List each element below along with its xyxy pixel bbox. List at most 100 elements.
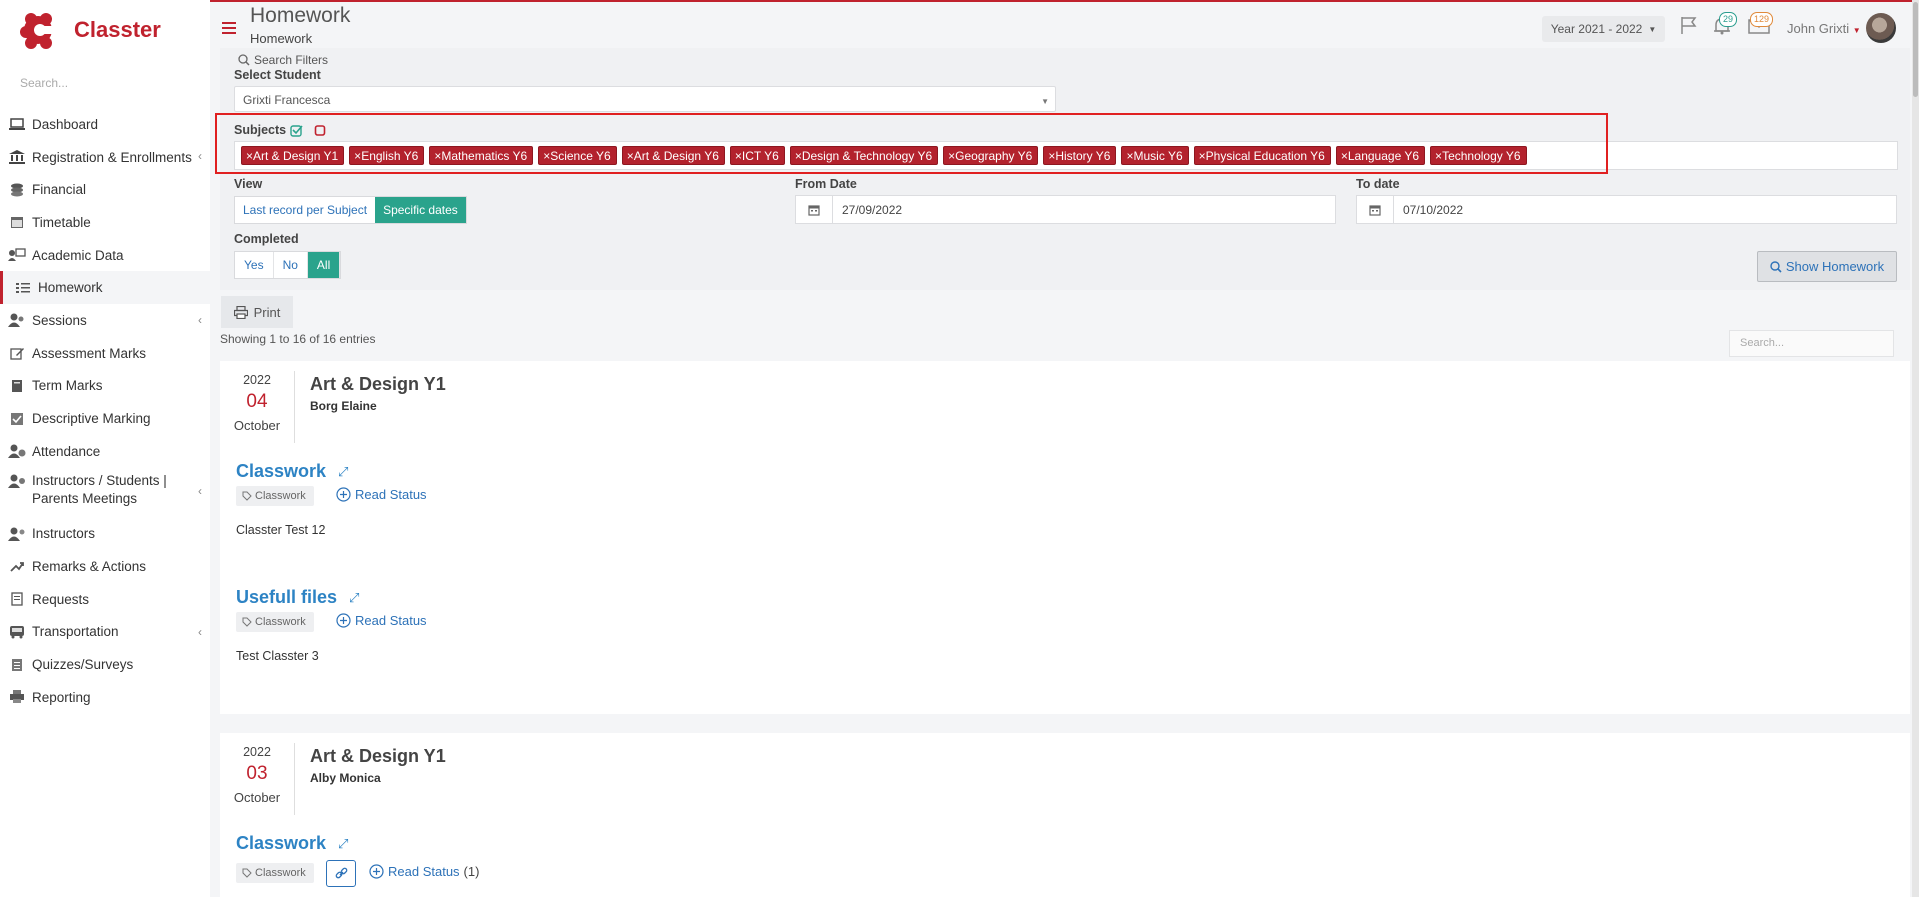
- expand-icon[interactable]: ⤢: [338, 464, 348, 480]
- entry-description: Classter Test 12: [236, 523, 326, 537]
- sidebar-item-meetings[interactable]: Instructors / Students | Parents Meeting…: [0, 468, 210, 518]
- chevron-left-icon: ‹: [198, 483, 202, 498]
- record-day: 04: [246, 391, 268, 412]
- sidebar-item-label: Quizzes/Surveys: [32, 657, 134, 673]
- entry-title[interactable]: Classwork: [236, 461, 326, 482]
- flag-icon[interactable]: [1679, 15, 1699, 38]
- sidebar-item-homework[interactable]: Homework: [0, 271, 210, 305]
- calendar-icon[interactable]: [796, 196, 833, 223]
- messages-badge: 129: [1750, 12, 1774, 27]
- category-label: Classwork: [255, 616, 306, 628]
- scrollbar-thumb[interactable]: [1913, 2, 1918, 97]
- expand-icon[interactable]: ⤢: [338, 836, 348, 852]
- sidebar-item-label: Academic Data: [32, 247, 124, 263]
- sidebar-item-dashboard[interactable]: Dashboard: [0, 108, 210, 141]
- date-divider: [294, 371, 295, 443]
- view-last-record-button[interactable]: Last record per Subject: [235, 197, 375, 223]
- year-selector[interactable]: Year 2021 - 2022 ▼: [1542, 16, 1665, 42]
- expand-icon[interactable]: ⤢: [349, 590, 359, 606]
- read-status-link[interactable]: Read Status: [336, 613, 427, 628]
- chevron-left-icon: ‹: [198, 624, 202, 639]
- completed-yes-button[interactable]: Yes: [235, 252, 274, 278]
- entry-title-link[interactable]: Classwork ⤢: [236, 833, 348, 854]
- bus-icon: [8, 625, 26, 639]
- entry-title-link[interactable]: Usefull files ⤢: [236, 587, 359, 608]
- sidebar-item-reporting[interactable]: Reporting: [0, 681, 210, 714]
- sidebar-item-attendance[interactable]: Attendance: [0, 435, 210, 468]
- user-menu[interactable]: John Grixti ▼: [1787, 21, 1861, 36]
- sidebar-item-financial[interactable]: Financial: [0, 173, 210, 206]
- search-filters-label: Search Filters: [254, 53, 329, 67]
- sidebar-item-academic-data[interactable]: Academic Data: [0, 239, 210, 272]
- completed-toggle: Yes No All: [234, 251, 342, 279]
- brand-name: Classter: [74, 17, 161, 42]
- link-icon: [335, 867, 347, 879]
- tag-icon: [242, 617, 252, 627]
- completed-no-button[interactable]: No: [274, 252, 308, 278]
- student-select[interactable]: Grixti Francesca ▼: [234, 86, 1056, 112]
- page-scrollbar[interactable]: [1912, 0, 1919, 897]
- completed-all-button[interactable]: All: [307, 252, 341, 278]
- laptop-icon: [8, 117, 26, 131]
- record-month: October: [233, 418, 281, 433]
- avatar[interactable]: [1866, 13, 1896, 43]
- sidebar-item-transportation[interactable]: Transportation ‹: [0, 616, 210, 649]
- entry-title[interactable]: Classwork: [236, 833, 326, 854]
- sidebar-item-label: Remarks & Actions: [32, 559, 147, 575]
- search-filters-toggle[interactable]: Search Filters: [238, 53, 328, 67]
- search-icon: [238, 54, 250, 66]
- sidebar-item-descriptive-marking[interactable]: Descriptive Marking: [0, 402, 210, 435]
- list-icon: [8, 658, 26, 672]
- category-tag: Classwork: [236, 612, 314, 632]
- read-status-link[interactable]: Read Status: [336, 487, 427, 502]
- sidebar-item-quizzes[interactable]: Quizzes/Surveys: [0, 648, 210, 681]
- from-date-field[interactable]: 27/09/2022: [795, 195, 1336, 224]
- caret-down-icon: ▼: [1648, 24, 1657, 34]
- institution-icon: [8, 150, 26, 165]
- read-status-link[interactable]: Read Status (1): [369, 864, 479, 879]
- entry-title-link[interactable]: Classwork ⤢: [236, 461, 348, 482]
- homework-card: 2022 03 October Art & Design Y1 Alby Mon…: [220, 733, 1910, 897]
- users-icon: [8, 527, 26, 541]
- sidebar-item-label: Term Marks: [32, 378, 103, 394]
- category-label: Classwork: [255, 490, 306, 502]
- sidebar-item-remarks[interactable]: Remarks & Actions: [0, 550, 210, 583]
- sidebar-item-registration[interactable]: Registration & Enrollments ‹: [0, 141, 210, 174]
- menu-toggle-icon[interactable]: [222, 21, 236, 39]
- classter-logo[interactable]: Classter: [18, 10, 161, 50]
- chevron-left-icon: ‹: [198, 148, 202, 163]
- book-icon: [8, 379, 26, 393]
- attachment-link-button[interactable]: [326, 860, 356, 887]
- chevron-left-icon: ‹: [198, 313, 202, 328]
- sidebar-search-input[interactable]: Search...: [20, 76, 68, 90]
- table-search-input[interactable]: Search...: [1729, 330, 1894, 357]
- category-label: Classwork: [255, 867, 306, 879]
- homework-card: 2022 04 October Art & Design Y1 Borg Ela…: [220, 361, 1910, 714]
- to-date-field[interactable]: 07/10/2022: [1356, 195, 1897, 224]
- category-tag: Classwork: [236, 863, 314, 883]
- sidebar-item-timetable[interactable]: Timetable: [0, 206, 210, 239]
- date-divider: [294, 743, 295, 815]
- record-day: 03: [246, 763, 268, 784]
- calendar-icon[interactable]: [1357, 196, 1394, 223]
- notifications-badge: 29: [1719, 12, 1738, 27]
- caret-down-icon: ▼: [1852, 26, 1861, 35]
- sidebar-item-label: Descriptive Marking: [32, 411, 151, 427]
- read-status-label: Read Status: [355, 613, 427, 628]
- caret-down-icon: ▼: [1041, 97, 1049, 106]
- user-name: John Grixti: [1787, 21, 1850, 36]
- sidebar-item-label: Transportation: [32, 624, 119, 640]
- sidebar-item-term-marks[interactable]: Term Marks: [0, 370, 210, 403]
- show-homework-button[interactable]: Show Homework: [1757, 251, 1897, 282]
- entries-summary: Showing 1 to 16 of 16 entries: [220, 332, 376, 346]
- sidebar-item-instructors[interactable]: Instructors: [0, 518, 210, 551]
- entry-title[interactable]: Usefull files: [236, 587, 337, 608]
- sidebar-item-label: Sessions: [32, 312, 87, 328]
- sidebar-item-label: Assessment Marks: [32, 345, 147, 361]
- sidebar-item-assessment-marks[interactable]: Assessment Marks: [0, 337, 210, 370]
- print-button[interactable]: Print: [221, 296, 293, 328]
- sidebar-item-sessions[interactable]: Sessions ‹: [0, 304, 210, 337]
- sidebar-item-requests[interactable]: Requests: [0, 583, 210, 616]
- user-clock-icon: [8, 444, 26, 459]
- view-specific-dates-button[interactable]: Specific dates: [375, 197, 466, 223]
